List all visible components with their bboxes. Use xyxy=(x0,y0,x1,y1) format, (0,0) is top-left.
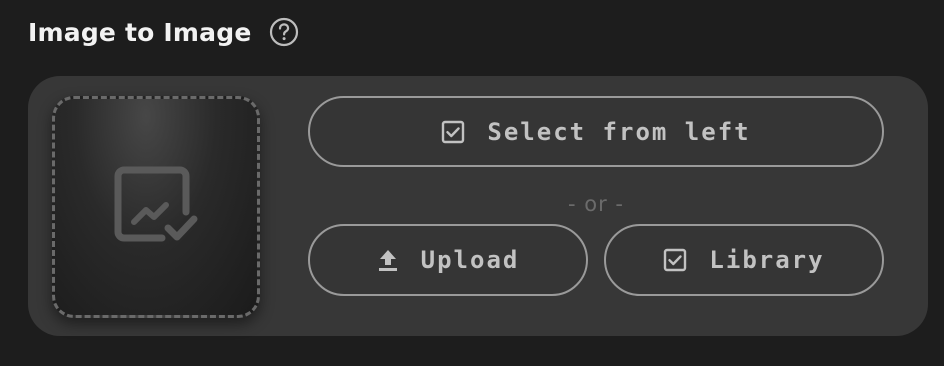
checkbox-checked-icon xyxy=(441,120,465,144)
image-dropzone[interactable] xyxy=(52,96,260,318)
upload-label: Upload xyxy=(420,246,520,274)
section-header: Image to Image xyxy=(28,14,299,50)
select-from-left-label: Select from left xyxy=(487,117,751,146)
or-separator: - or - xyxy=(568,192,624,216)
checkbox-checked-icon xyxy=(663,248,687,272)
section-title: Image to Image xyxy=(28,17,252,47)
library-label: Library xyxy=(709,246,825,274)
help-icon[interactable] xyxy=(269,17,299,47)
image-to-image-panel: Select from left - or - Upload Library xyxy=(28,76,928,336)
image-check-icon xyxy=(110,162,202,252)
select-from-left-button[interactable]: Select from left xyxy=(308,96,884,167)
upload-icon xyxy=(377,248,399,272)
library-button[interactable]: Library xyxy=(604,224,884,296)
upload-button[interactable]: Upload xyxy=(308,224,588,296)
